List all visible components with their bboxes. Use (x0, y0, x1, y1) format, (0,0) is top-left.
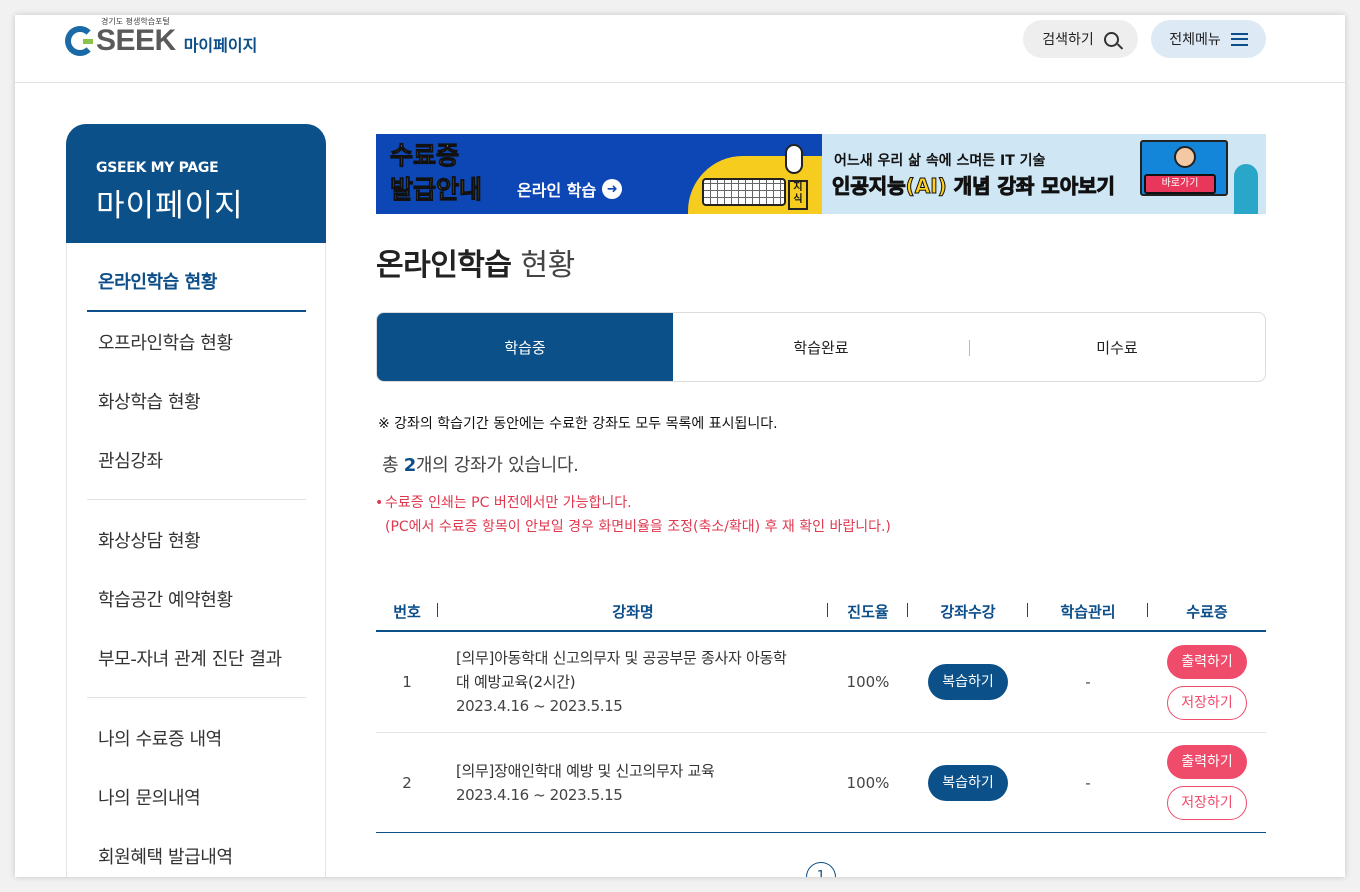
sidebar-divider (87, 499, 306, 500)
course-progress: 100% (846, 773, 890, 792)
col-number: 번호 (376, 601, 438, 622)
site-header: 경기도 평생학습포털 SEEK 마이페이지 검색하기 전체메뉴 (15, 15, 1345, 83)
mouse-icon (785, 144, 803, 174)
person-illustration (1234, 164, 1258, 214)
page-title: 온라인학습 현황 (376, 240, 575, 284)
promo-banner[interactable]: 수료증 발급안내 온라인 학습 ➜ 지식 어느새 우리 삶 속에 스며든 IT … (376, 134, 1266, 214)
sidebar-menu: 온라인학습 현황 오프라인학습 현황 화상학습 현황 관심강좌 화상상담 현황 … (87, 243, 306, 877)
table-header: 번호 강좌명 진도율 강좌수강 학습관리 수료증 (376, 592, 1266, 632)
sidebar-item-space-reservation[interactable]: 학습공간 예약현황 (87, 569, 306, 628)
sidebar-item-online-learning[interactable]: 온라인학습 현황 (87, 243, 306, 312)
course-period: 2023.4.16 ~ 2023.5.15 (456, 697, 623, 715)
sidebar-item-offline-learning[interactable]: 오프라인학습 현황 (87, 312, 306, 371)
banner-ai-subtitle: 어느새 우리 삶 속에 스며든 IT 기술 (834, 153, 1046, 169)
sidebar-item-member-benefits[interactable]: 회원혜택 발급내역 (87, 826, 306, 877)
course-count-number: 2 (403, 455, 417, 476)
logo-g-icon (65, 26, 95, 56)
table-row: 1 [의무]아동학대 신고의무자 및 공공부문 종사자 아동학 대 예방교육(2… (376, 632, 1266, 733)
certificate-cell: 출력하기 저장하기 (1148, 745, 1266, 820)
col-study-manage: 학습관리 (1028, 601, 1148, 622)
mypage-sidebar: GSEEK MY PAGE 마이페이지 온라인학습 현황 오프라인학습 현황 화… (66, 124, 326, 877)
logo-wordmark: SEEK 마이페이지 (65, 24, 257, 58)
search-icon (1103, 31, 1119, 47)
sidebar-title-ko: 마이페이지 (96, 188, 244, 224)
course-name[interactable]: [의무]장애인학대 예방 및 신고의무자 교육 (456, 759, 828, 783)
sidebar-item-video-counseling[interactable]: 화상상담 현황 (87, 510, 306, 569)
certificate-banner[interactable]: 수료증 발급안내 온라인 학습 ➜ 지식 (376, 134, 822, 214)
review-button[interactable]: 복습하기 (928, 664, 1008, 700)
study-manage-value: - (1085, 673, 1091, 691)
banner-online-link: 온라인 학습 ➜ (517, 177, 623, 201)
learning-status-tabs: 학습중 학습완료 미수료 (376, 312, 1266, 382)
course-table: 번호 강좌명 진도율 강좌수강 학습관리 수료증 1 [의무]아동학대 신고의무… (376, 592, 1266, 833)
col-certificate: 수료증 (1186, 602, 1228, 621)
row-number: 1 (402, 673, 412, 691)
search-button[interactable]: 검색하기 (1023, 20, 1138, 58)
certificate-cell: 출력하기 저장하기 (1148, 644, 1266, 720)
study-manage-value: - (1085, 773, 1091, 792)
tab-completed[interactable]: 학습완료 (673, 313, 969, 381)
course-name[interactable]: [의무]아동학대 신고의무자 및 공공부문 종사자 아동학 대 예방교육(2시간… (456, 646, 828, 694)
save-certificate-button[interactable]: 저장하기 (1167, 685, 1247, 720)
logo-seek-text: SEEK (96, 24, 176, 57)
sidebar-item-favorite-courses[interactable]: 관심강좌 (87, 430, 306, 489)
arrow-right-icon: ➜ (602, 179, 623, 199)
review-button[interactable]: 복습하기 (928, 764, 1008, 801)
col-progress: 진도율 (828, 601, 908, 622)
sidebar-item-my-certificates[interactable]: 나의 수료증 내역 (87, 708, 306, 767)
sidebar-item-parent-child-diagnosis[interactable]: 부모-자녀 관계 진단 결과 (87, 628, 306, 687)
banner-certificate-title: 수료증 발급안내 (389, 141, 483, 205)
row-number: 2 (402, 773, 412, 792)
col-course-name: 강좌명 (438, 601, 828, 622)
keyboard-icon (702, 178, 786, 206)
course-info: [의무]장애인학대 예방 및 신고의무자 교육 2023.4.16 ~ 2023… (438, 759, 828, 807)
sidebar-title-en: GSEEK MY PAGE (96, 160, 219, 176)
logo-mypage-text: 마이페이지 (183, 36, 258, 55)
person-illustration (1174, 146, 1196, 168)
pagination-page-1[interactable]: 1 (806, 862, 836, 877)
ai-course-banner[interactable]: 어느새 우리 삶 속에 스며든 IT 기술 인공지능(AI) 개념 강좌 모아보… (822, 134, 1266, 214)
tab-in-progress[interactable]: 학습중 (377, 313, 673, 381)
save-certificate-button[interactable]: 저장하기 (1167, 786, 1247, 820)
print-warning: • 수료증 인쇄는 PC 버전에서만 가능합니다. (PC에서 수료증 항목이 안… (375, 495, 891, 535)
all-menu-label: 전체메뉴 (1169, 32, 1221, 48)
sidebar-item-video-learning[interactable]: 화상학습 현황 (87, 371, 306, 430)
col-course-attend: 강좌수강 (908, 601, 1028, 622)
list-notice: ※ 강좌의 학습기간 동안에는 수료한 강좌도 모두 목록에 표시됩니다. (378, 416, 778, 432)
page-frame: 경기도 평생학습포털 SEEK 마이페이지 검색하기 전체메뉴 GSEEK MY… (15, 15, 1345, 877)
course-progress: 100% (846, 673, 890, 691)
print-certificate-button[interactable]: 출력하기 (1167, 745, 1247, 779)
course-period: 2023.4.16 ~ 2023.5.15 (456, 785, 623, 804)
banner-knowledge-tag: 지식 (788, 180, 808, 210)
page-title-bold: 온라인학습 (376, 248, 512, 283)
review-cell: 복습하기 (908, 764, 1028, 801)
banner-ai-title: 인공지능(AI) 개념 강좌 모아보기 (832, 174, 1116, 199)
banner-go-button[interactable]: 바로가기 (1144, 174, 1216, 194)
tab-not-completed[interactable]: 미수료 (969, 313, 1265, 381)
sidebar-item-my-inquiries[interactable]: 나의 문의내역 (87, 767, 306, 826)
course-count: 총 2개의 강좌가 있습니다. (382, 455, 579, 476)
review-cell: 복습하기 (908, 664, 1028, 700)
print-certificate-button[interactable]: 출력하기 (1167, 644, 1247, 679)
all-menu-button[interactable]: 전체메뉴 (1151, 20, 1266, 58)
page-title-light: 현황 (520, 248, 576, 283)
table-row: 2 [의무]장애인학대 예방 및 신고의무자 교육 2023.4.16 ~ 20… (376, 733, 1266, 833)
sidebar-header: GSEEK MY PAGE 마이페이지 (66, 124, 326, 243)
course-info: [의무]아동학대 신고의무자 및 공공부문 종사자 아동학 대 예방교육(2시간… (438, 646, 828, 718)
search-button-label: 검색하기 (1042, 32, 1094, 48)
sidebar-divider (87, 697, 306, 698)
hamburger-icon (1230, 32, 1248, 46)
